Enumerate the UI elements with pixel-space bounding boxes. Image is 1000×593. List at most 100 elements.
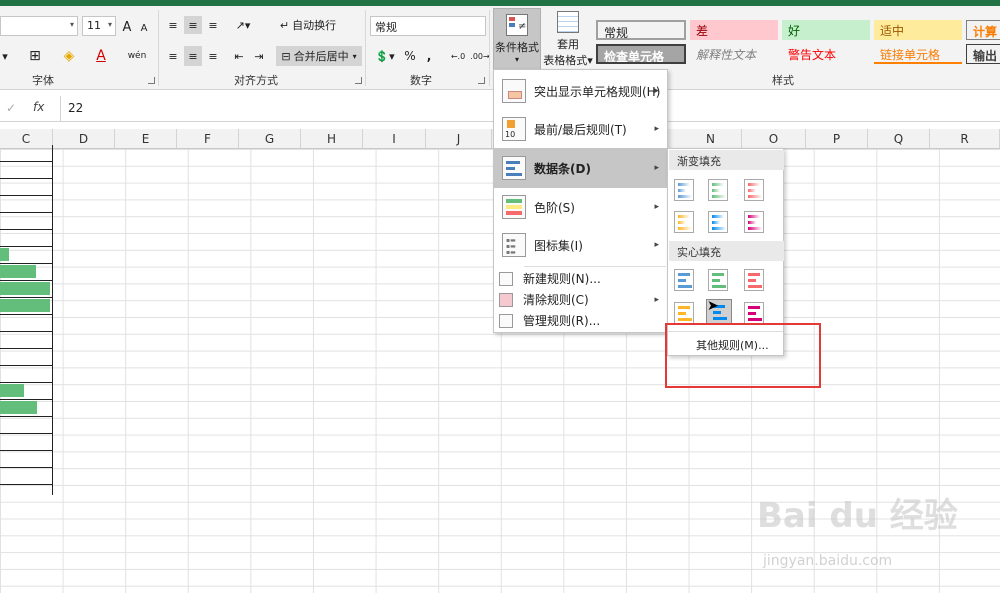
number-format-combo[interactable]: 常规 — [370, 16, 486, 36]
menu-item-new-rule[interactable]: 新建规则(N)... — [494, 268, 667, 289]
style-output[interactable]: 输出 — [966, 44, 1000, 64]
cell[interactable] — [0, 451, 53, 468]
style-calculation[interactable]: 计算 — [966, 20, 1000, 40]
font-size-combo[interactable]: 11 ▾ — [82, 16, 116, 36]
percent-button[interactable]: % — [402, 46, 418, 66]
align-left-button[interactable]: ≡ — [164, 46, 182, 66]
solid-red-data-bar-icon[interactable] — [744, 269, 764, 291]
gradient-lightblue-data-bar-icon[interactable] — [708, 211, 728, 233]
style-normal[interactable]: 常规 — [596, 20, 686, 40]
decrease-indent-button[interactable]: ⇤ — [230, 46, 248, 66]
cell[interactable] — [0, 332, 53, 349]
cell[interactable] — [0, 315, 53, 332]
border-button[interactable]: ⊞ — [22, 46, 48, 66]
align-right-button[interactable]: ≡ — [204, 46, 222, 66]
align-bottom-button[interactable]: ≡ — [204, 16, 222, 34]
column-header-r[interactable]: R — [930, 129, 1000, 149]
icon-sets-icon: ▪▬ ▪▬ ▪▬ — [502, 233, 526, 257]
orientation-button[interactable]: ↗▾ — [230, 16, 256, 34]
comma-button[interactable]: , — [422, 46, 436, 66]
menu-item-icon-sets[interactable]: ▪▬ ▪▬ ▪▬ 图标集(I) ▸ — [494, 226, 667, 264]
solid-purple-data-bar-icon[interactable] — [744, 302, 764, 324]
cell[interactable] — [0, 213, 53, 230]
column-header-j[interactable]: J — [426, 129, 492, 149]
grow-font-button[interactable]: A — [120, 18, 134, 36]
cell[interactable] — [0, 145, 53, 162]
cell[interactable] — [0, 281, 53, 298]
increase-indent-button[interactable]: ⇥ — [250, 46, 268, 66]
cell[interactable] — [0, 366, 53, 383]
solid-green-data-bar-icon[interactable] — [708, 269, 728, 291]
align-center-button[interactable]: ≡ — [184, 46, 202, 66]
menu-item-manage-rules[interactable]: 管理规则(R)... — [494, 310, 667, 331]
menu-item-clear-rules[interactable]: 清除规则(C) ▸ — [494, 289, 667, 310]
column-header-q[interactable]: Q — [868, 129, 930, 149]
style-good[interactable]: 好 — [782, 20, 870, 40]
gradient-purple-data-bar-icon[interactable] — [744, 211, 764, 233]
number-dialog-launcher[interactable] — [478, 77, 485, 84]
phonetic-button[interactable]: wén — [124, 46, 150, 66]
gradient-red-data-bar-icon[interactable] — [744, 179, 764, 201]
font-name-combo[interactable]: ▾ — [0, 16, 78, 36]
cell[interactable] — [0, 349, 53, 366]
cell[interactable] — [0, 264, 53, 281]
cell[interactable] — [0, 468, 53, 485]
cell[interactable] — [0, 400, 53, 417]
gradient-blue-data-bar-icon[interactable] — [674, 179, 694, 201]
cell[interactable] — [0, 162, 53, 179]
column-header-n[interactable]: N — [680, 129, 742, 149]
style-bad[interactable]: 差 — [690, 20, 778, 40]
column-header-g[interactable]: G — [239, 129, 301, 149]
font-dialog-launcher[interactable] — [148, 77, 155, 84]
cell[interactable] — [0, 179, 53, 196]
style-neutral[interactable]: 适中 — [874, 20, 962, 40]
column-header-p[interactable]: P — [806, 129, 868, 149]
menu-item-data-bars[interactable]: 数据条(D) ▸ — [494, 148, 667, 188]
cancel-icon[interactable]: ✓ — [6, 101, 16, 115]
increase-decimal-button[interactable]: ←.0 — [448, 46, 468, 66]
menu-item-color-scales[interactable]: 色阶(S) ▸ — [494, 188, 667, 226]
cell[interactable] — [0, 196, 53, 213]
cell[interactable] — [0, 383, 53, 400]
column-header-f[interactable]: F — [177, 129, 239, 149]
column-header-h[interactable]: H — [301, 129, 363, 149]
fx-icon[interactable]: fx — [33, 100, 44, 114]
align-top-icon: ≡ — [168, 18, 178, 32]
cell[interactable] — [0, 247, 53, 264]
column-header-i[interactable]: I — [363, 129, 426, 149]
decrease-decimal-button[interactable]: .00→ — [470, 46, 490, 66]
style-explanatory[interactable]: 解释性文本 — [690, 44, 778, 64]
format-as-table-button[interactable]: 套用 表格格式▾ — [543, 8, 593, 70]
cell[interactable] — [0, 434, 53, 451]
formula-input[interactable]: 22 — [68, 101, 83, 115]
solid-lightblue-data-bar-icon[interactable]: ➤ — [706, 298, 732, 325]
style-check-cell[interactable]: 检查单元格 — [596, 44, 686, 64]
underline-dropdown[interactable]: ▾ — [0, 46, 10, 66]
solid-orange-data-bar-icon[interactable] — [674, 302, 694, 324]
chevron-right-icon: ▸ — [654, 240, 659, 250]
cell[interactable] — [0, 298, 53, 315]
menu-item-top-bottom-rules[interactable]: 10 最前/最后规则(T) ▸ — [494, 110, 667, 148]
fill-color-button[interactable]: ◈ — [56, 46, 82, 66]
font-color-button[interactable]: A — [88, 46, 114, 66]
column-header-e[interactable]: E — [115, 129, 177, 149]
gradient-green-data-bar-icon[interactable] — [708, 179, 728, 201]
chevron-right-icon: ▸ — [654, 202, 659, 212]
align-top-button[interactable]: ≡ — [164, 16, 182, 34]
column-header-o[interactable]: O — [742, 129, 806, 149]
merge-center-button[interactable]: ⊟ 合并后居中 ▾ — [276, 46, 362, 66]
currency-button[interactable]: 💲▾ — [372, 46, 398, 66]
cell[interactable] — [0, 230, 53, 247]
wrap-text-button[interactable]: ↵ 自动换行 — [276, 16, 340, 34]
solid-blue-data-bar-icon[interactable] — [674, 269, 694, 291]
cell[interactable] — [0, 417, 53, 434]
column-header-d[interactable]: D — [53, 129, 115, 149]
align-middle-button[interactable]: ≡ — [184, 16, 202, 34]
gradient-orange-data-bar-icon[interactable] — [674, 211, 694, 233]
shrink-font-button[interactable]: A — [138, 20, 150, 36]
style-warning[interactable]: 警告文本 — [782, 44, 870, 64]
alignment-dialog-launcher[interactable] — [355, 77, 362, 84]
conditional-format-button[interactable]: ≠ 条件格式 ▾ — [493, 8, 541, 70]
menu-item-highlight-rules[interactable]: 突出显示单元格规则(H) ▸ — [494, 72, 667, 110]
style-linked-cell[interactable]: 链接单元格 — [874, 44, 962, 64]
